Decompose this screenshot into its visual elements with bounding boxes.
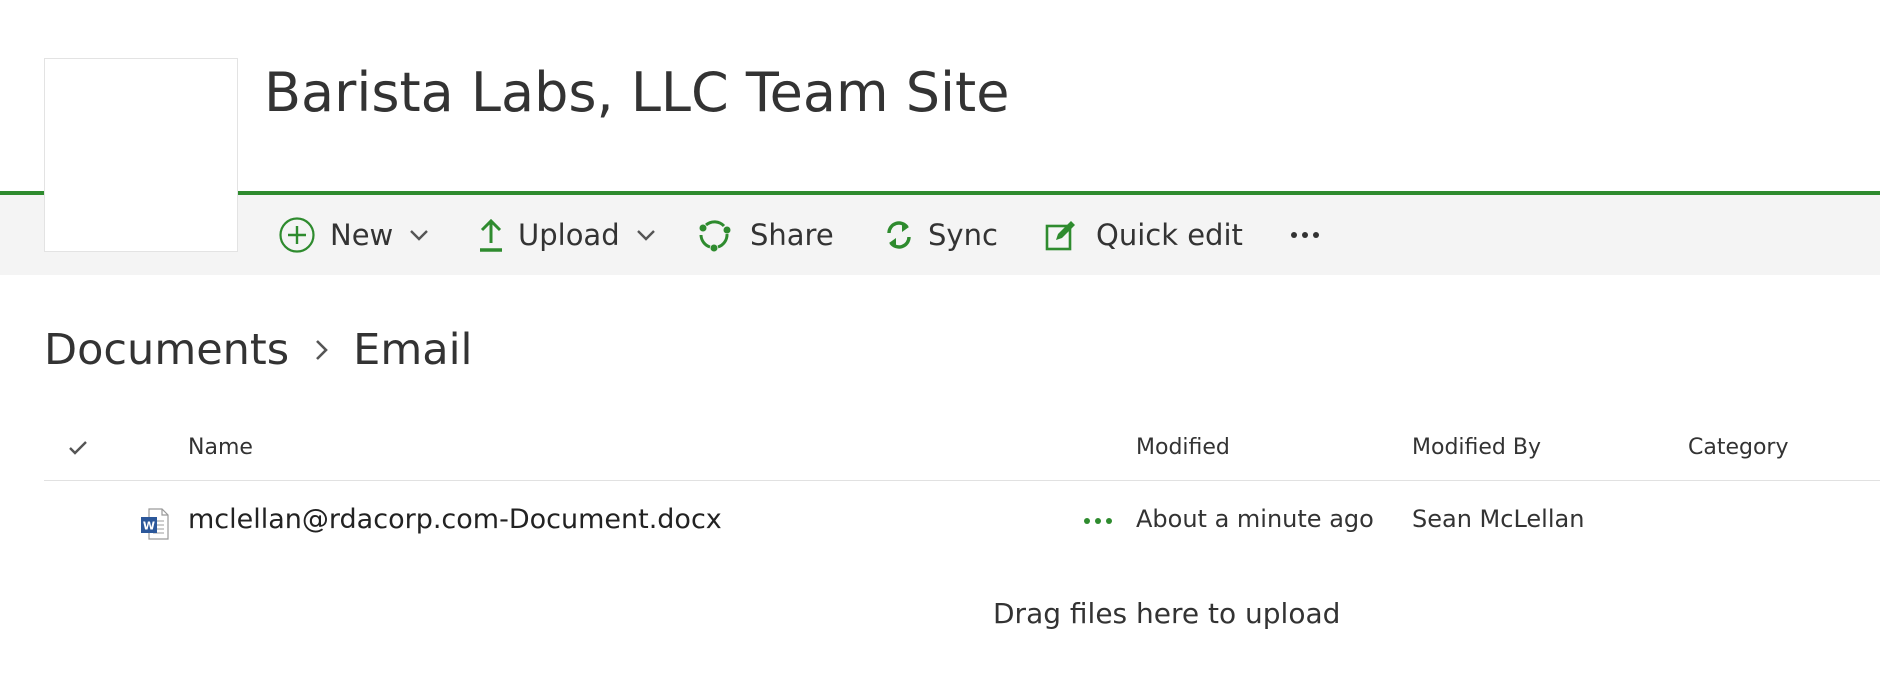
file-name-link[interactable]: mclellan@rdacorp.com-Document.docx (188, 504, 722, 535)
column-header-name[interactable]: Name (188, 435, 253, 460)
site-title[interactable]: Barista Labs, LLC Team Site (264, 58, 1009, 128)
sync-icon (884, 218, 914, 252)
plus-circle-icon (278, 216, 316, 254)
column-header-category[interactable]: Category (1688, 435, 1789, 460)
edit-icon (1044, 218, 1078, 252)
column-header-modified-by[interactable]: Modified By (1412, 435, 1541, 460)
select-all-checkmark-icon[interactable] (68, 437, 88, 462)
site-logo[interactable] (44, 58, 238, 252)
share-label: Share (750, 218, 834, 252)
ellipsis-icon (1290, 231, 1320, 239)
new-button[interactable]: New (278, 195, 429, 275)
sync-button[interactable]: Sync (884, 195, 998, 275)
breadcrumb-documents[interactable]: Documents (44, 325, 289, 375)
chevron-down-icon (409, 229, 429, 241)
quick-edit-button[interactable]: Quick edit (1044, 195, 1243, 275)
more-options-button[interactable] (1290, 195, 1320, 275)
chevron-down-icon (636, 229, 656, 241)
upload-icon (478, 217, 504, 253)
file-modified-by[interactable]: Sean McLellan (1412, 505, 1584, 533)
drag-drop-hint: Drag files here to upload (993, 597, 1341, 630)
sync-label: Sync (928, 218, 998, 252)
row-actions-ellipsis-icon[interactable] (1084, 518, 1112, 524)
column-header-modified[interactable]: Modified (1136, 435, 1230, 460)
upload-button[interactable]: Upload (478, 195, 656, 275)
share-button[interactable]: Share (696, 195, 834, 275)
share-icon (696, 217, 732, 253)
breadcrumb: Documents Email (44, 320, 472, 380)
breadcrumb-email[interactable]: Email (353, 325, 472, 375)
chevron-right-icon (315, 338, 329, 362)
quick-edit-label: Quick edit (1096, 218, 1243, 252)
upload-label: Upload (518, 218, 620, 252)
word-doc-icon: W (140, 507, 170, 547)
new-label: New (330, 218, 394, 252)
header-row-divider (44, 480, 1880, 481)
svg-text:W: W (143, 520, 155, 533)
file-modified: About a minute ago (1136, 505, 1374, 533)
